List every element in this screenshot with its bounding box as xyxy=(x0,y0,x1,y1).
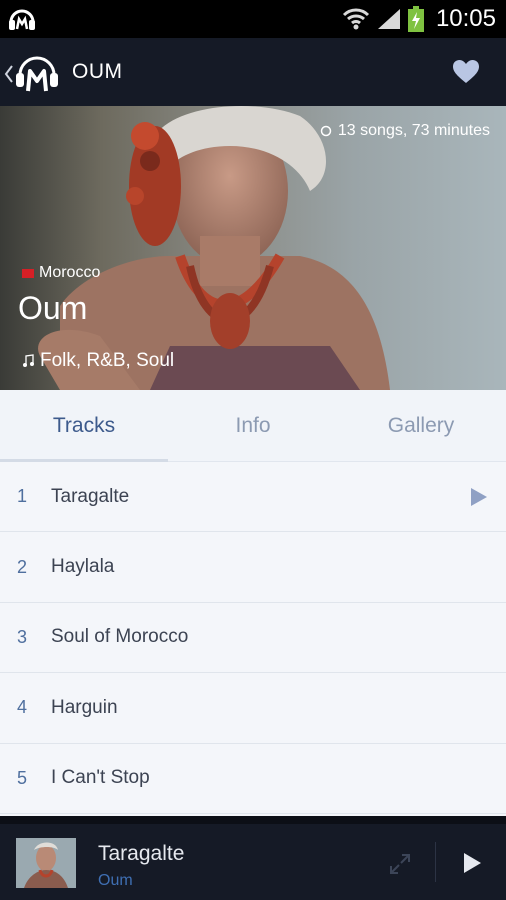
track-title: Soul of Morocco xyxy=(51,626,189,648)
track-title: Taragalte xyxy=(51,485,130,507)
tab-gallery[interactable]: Gallery xyxy=(337,390,505,462)
artist-genres: Folk, R&B, Soul xyxy=(22,350,174,372)
headphones-app-icon xyxy=(9,9,35,30)
flag-icon xyxy=(22,268,34,278)
back-button[interactable] xyxy=(4,56,68,92)
battery-charging-icon xyxy=(407,6,424,32)
artist-name: Oum xyxy=(18,290,88,326)
track-row[interactable]: 5 I Can't Stop xyxy=(0,744,506,814)
track-number: 1 xyxy=(17,486,28,507)
country-label: Morocco xyxy=(39,264,101,281)
track-row[interactable]: 3 Soul of Morocco xyxy=(0,603,506,674)
track-title: I Can't Stop xyxy=(51,767,150,789)
track-row[interactable]: 4 Harguin xyxy=(0,673,506,744)
play-icon[interactable] xyxy=(462,852,482,874)
tab-tracks[interactable]: Tracks xyxy=(0,390,168,462)
album-thumbnail xyxy=(16,838,76,888)
app-bar: OUM xyxy=(0,38,506,106)
track-title: Harguin xyxy=(51,696,118,718)
play-icon[interactable] xyxy=(470,487,488,507)
status-bar: 10:05 xyxy=(0,0,506,38)
page-title: OUM xyxy=(72,60,123,83)
chevron-left-icon xyxy=(4,65,13,83)
track-row[interactable]: 1 Taragalte xyxy=(0,462,506,533)
genres-label: Folk, R&B, Soul xyxy=(40,350,175,371)
track-number: 3 xyxy=(17,626,28,647)
track-number: 2 xyxy=(17,556,28,577)
now-playing-title: Taragalte xyxy=(98,842,185,865)
artist-photo xyxy=(38,106,390,390)
app-logo-icon xyxy=(16,56,58,92)
track-number: 5 xyxy=(17,767,28,788)
heart-icon[interactable] xyxy=(452,58,480,86)
now-playing-bar[interactable]: Taragalte Oum xyxy=(0,816,506,900)
track-row[interactable]: 2 Haylala xyxy=(0,532,506,603)
divider xyxy=(435,842,436,882)
wifi-icon xyxy=(342,8,369,30)
stats-text: 13 songs, 73 minutes xyxy=(337,122,490,139)
status-time: 10:05 xyxy=(435,5,496,32)
artist-hero: 13 songs, 73 minutes Morocco Oum Folk, R… xyxy=(0,106,506,390)
album-stats: 13 songs, 73 minutes xyxy=(320,122,490,140)
artist-country: Morocco xyxy=(22,264,100,282)
tab-bar: Tracks Info Gallery xyxy=(0,390,506,462)
clock-icon xyxy=(320,125,332,137)
music-note-icon xyxy=(23,354,34,367)
signal-icon xyxy=(377,9,400,29)
now-playing-artist: Oum xyxy=(98,872,133,889)
track-title: Haylala xyxy=(51,556,115,578)
track-list: 1 Taragalte 2 Haylala 3 Soul of Morocco … xyxy=(0,462,506,816)
expand-icon[interactable] xyxy=(388,852,412,876)
track-number: 4 xyxy=(17,697,28,718)
tab-info[interactable]: Info xyxy=(169,390,337,462)
